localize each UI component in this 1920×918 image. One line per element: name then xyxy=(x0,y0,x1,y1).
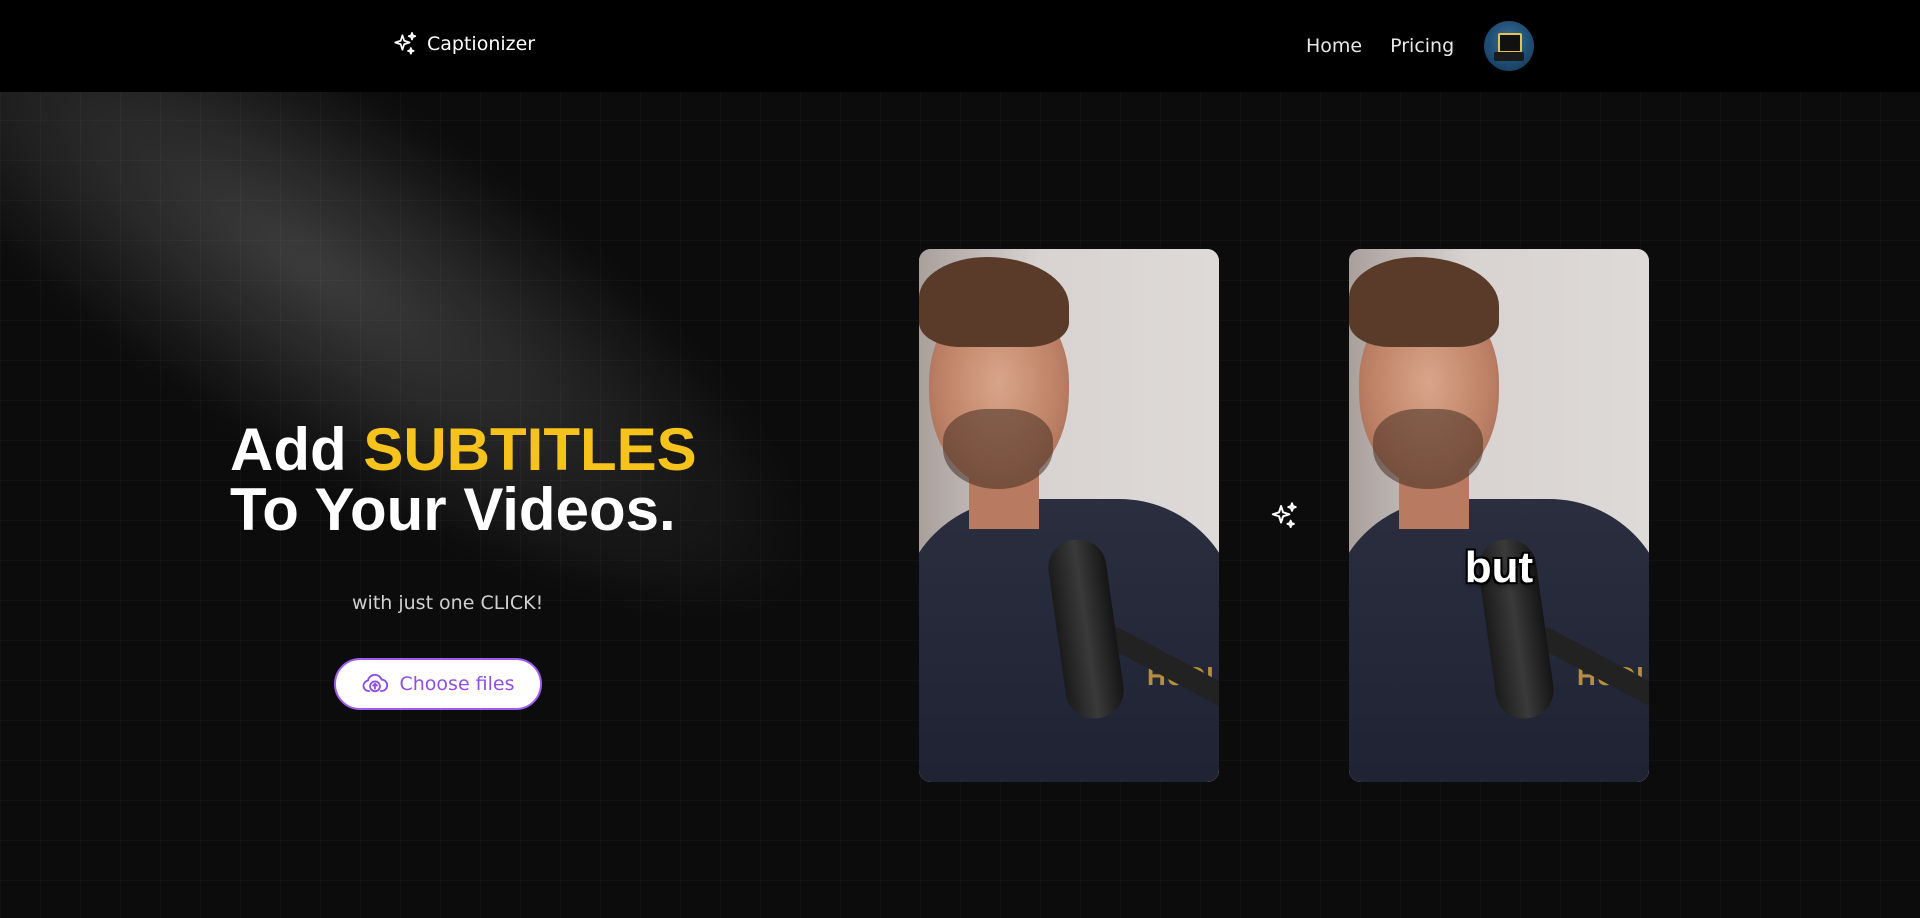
user-avatar[interactable] xyxy=(1484,21,1535,71)
video-person-beard xyxy=(1373,409,1483,489)
subtitle-caption: but xyxy=(1464,543,1534,592)
hero-title-accent: SUBTITLES xyxy=(363,416,697,483)
choose-files-button[interactable]: Choose files xyxy=(334,658,542,710)
avatar-monitor-graphic xyxy=(1498,33,1523,53)
main-nav: Home Pricing xyxy=(1306,20,1535,72)
nav-pricing-link[interactable]: Pricing xyxy=(1390,35,1454,57)
captioned-video-preview[interactable]: HUDL but xyxy=(1349,249,1649,782)
hero-title-prefix: Add xyxy=(230,416,364,483)
choose-files-label: Choose files xyxy=(399,673,515,695)
sparkles-icon xyxy=(1271,502,1297,529)
hero-title-line2: To Your Videos. xyxy=(230,476,676,543)
hero-tagline: with just one CLICK! xyxy=(352,592,544,614)
nav-home-link[interactable]: Home xyxy=(1306,35,1362,57)
hero-title: Add SUBTITLES To Your Videos. xyxy=(230,420,697,540)
original-video-preview[interactable]: HUDL xyxy=(919,249,1219,782)
sparkles-icon xyxy=(394,32,417,55)
top-navbar: Captionizer Home Pricing xyxy=(0,0,1920,92)
brand-logo-link[interactable]: Captionizer xyxy=(391,30,535,58)
page: Captionizer Home Pricing Add SUBTITLES T… xyxy=(0,0,1920,918)
avatar-desk-graphic xyxy=(1494,52,1525,61)
cloud-upload-icon xyxy=(363,673,389,693)
video-person-beard xyxy=(943,409,1053,489)
spotlight-glow xyxy=(0,0,904,737)
brand-name: Captionizer xyxy=(427,33,536,55)
